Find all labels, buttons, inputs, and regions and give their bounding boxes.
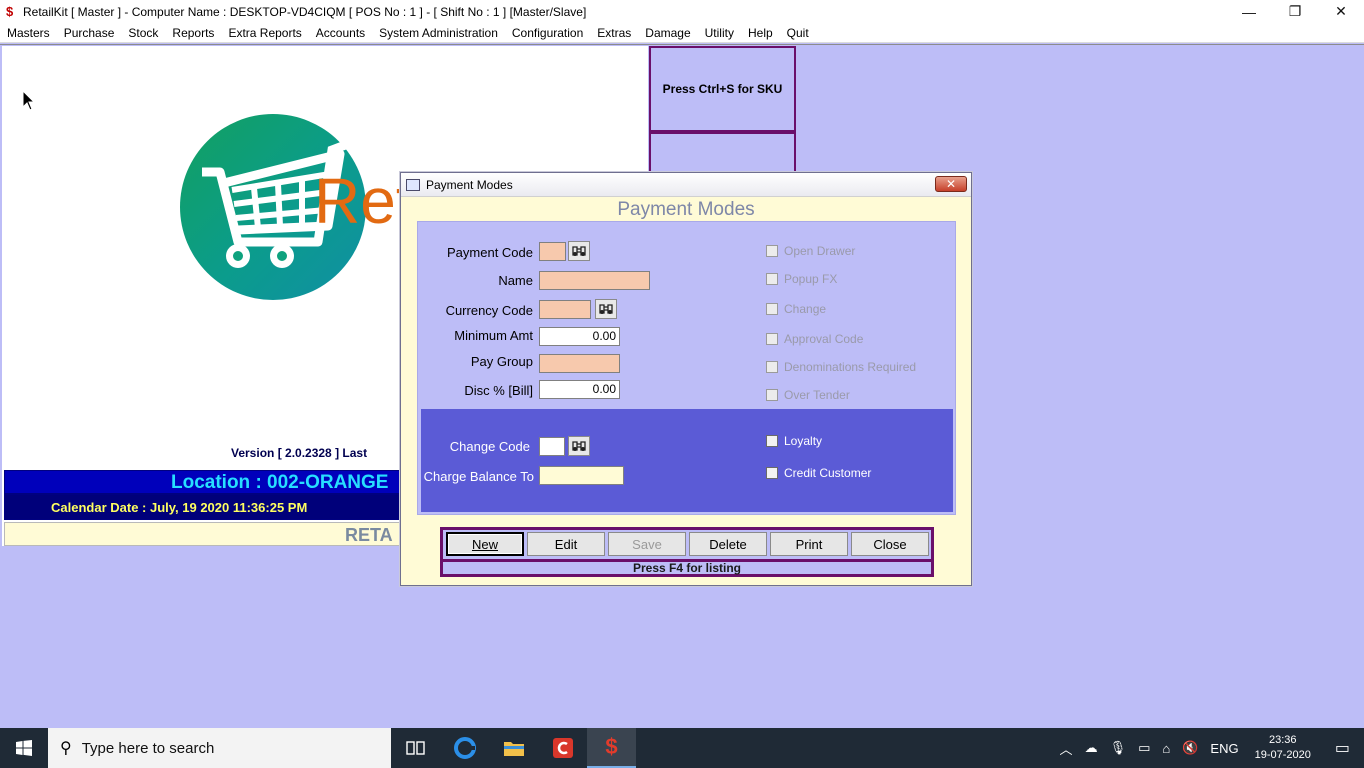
system-clock[interactable]: 23:36 19-07-2020 xyxy=(1245,733,1321,763)
change-code-input[interactable] xyxy=(539,437,565,456)
print-button[interactable]: Print xyxy=(770,532,848,556)
menu-help[interactable]: Help xyxy=(741,23,780,43)
open-drawer-checkbox[interactable]: Open Drawer xyxy=(766,244,855,258)
battery-icon[interactable]: ▭ xyxy=(1132,740,1156,756)
edit-button[interactable]: Edit xyxy=(527,532,605,556)
window-icon xyxy=(406,178,420,191)
minimum-amt-input[interactable]: 0.00 xyxy=(539,327,620,346)
denominations-required-checkbox[interactable]: Denominations Required xyxy=(766,360,916,374)
change-code-label: Change Code xyxy=(449,439,530,454)
menu-bar: Masters Purchase Stock Reports Extra Rep… xyxy=(0,23,1364,43)
minimize-button[interactable]: — xyxy=(1226,0,1272,23)
disc-bill-label: Disc % [Bill] xyxy=(464,383,533,398)
credit-customer-checkbox[interactable]: Credit Customer xyxy=(766,466,871,480)
menu-purchase[interactable]: Purchase xyxy=(57,23,122,43)
close-window-button[interactable]: ✕ xyxy=(1318,0,1364,23)
delete-button[interactable]: Delete xyxy=(689,532,767,556)
version-label: Version [ 2.0.2328 ] Last xyxy=(231,446,368,460)
onedrive-cloud-icon[interactable]: ☁ xyxy=(1079,740,1104,756)
currency-code-label: Currency Code xyxy=(445,303,533,318)
loyalty-checkbox[interactable]: Loyalty xyxy=(766,434,822,448)
window-title: RetailKit [ Master ] - Computer Name : D… xyxy=(23,4,587,19)
form-lower-area xyxy=(421,409,953,512)
menu-damage[interactable]: Damage xyxy=(638,23,697,43)
save-button[interactable]: Save xyxy=(608,532,686,556)
clock-time: 23:36 xyxy=(1268,734,1297,746)
calendar-text: Calendar Date : July, 19 2020 11:36:25 P… xyxy=(51,500,308,515)
retail-banner-text: RETA xyxy=(345,525,393,545)
microphone-icon[interactable]: 🎙 xyxy=(1104,740,1133,756)
pay-group-input[interactable] xyxy=(539,354,620,373)
menu-accounts[interactable]: Accounts xyxy=(309,23,372,43)
file-explorer-icon[interactable] xyxy=(489,728,538,768)
over-tender-checkbox[interactable]: Over Tender xyxy=(766,388,850,402)
charge-balance-to-label: Charge Balance To xyxy=(423,469,534,484)
taskbar-search-box[interactable]: ⚲ Type here to search xyxy=(48,728,391,768)
ccleaner-icon[interactable] xyxy=(538,728,587,768)
search-icon: ⚲ xyxy=(60,740,72,757)
sku-panel-text: Press Ctrl+S for SKU xyxy=(662,82,783,96)
name-input[interactable] xyxy=(539,271,650,290)
dialog-close-button[interactable]: ✕ xyxy=(935,176,967,192)
name-label: Name xyxy=(498,273,533,288)
currency-code-input[interactable] xyxy=(539,300,591,319)
dialog-titlebar[interactable]: Payment Modes ✕ xyxy=(401,173,971,197)
dialog-title: Payment Modes xyxy=(426,177,513,192)
window-titlebar: $ RetailKit [ Master ] - Computer Name :… xyxy=(0,0,1364,23)
payment-code-label: Payment Code xyxy=(447,245,533,260)
logo-text: Ret xyxy=(314,165,414,237)
disc-bill-input[interactable]: 0.00 xyxy=(539,380,620,399)
network-icon[interactable]: ⌂ xyxy=(1156,741,1176,756)
payment-code-lookup-binoculars-icon[interactable] xyxy=(568,241,590,261)
volume-muted-icon[interactable]: 🔇 xyxy=(1176,740,1204,756)
menu-reports[interactable]: Reports xyxy=(165,23,221,43)
button-bar: New Edit Save Delete Print Close Press F… xyxy=(440,527,934,577)
menu-stock[interactable]: Stock xyxy=(121,23,165,43)
menu-extras[interactable]: Extras xyxy=(590,23,638,43)
mouse-cursor-icon xyxy=(22,90,36,111)
dialog-heading: Payment Modes xyxy=(617,199,755,220)
f4-hint: Press F4 for listing xyxy=(443,559,931,574)
close-button[interactable]: Close xyxy=(851,532,929,556)
show-hidden-icons-chevron-up-icon[interactable]: ︿ xyxy=(1054,739,1079,758)
retailkit-taskbar-icon[interactable]: $ xyxy=(587,728,636,768)
notifications-icon[interactable]: ▭ xyxy=(1321,738,1364,758)
payment-modes-dialog: Payment Modes ✕ Payment Modes Payment Co… xyxy=(400,172,972,586)
new-button[interactable]: New xyxy=(446,532,524,556)
charge-balance-to-input[interactable] xyxy=(539,466,624,485)
windows-start-icon[interactable] xyxy=(0,728,48,768)
sku-panel[interactable]: Press Ctrl+S for SKU xyxy=(649,46,796,132)
payment-code-input[interactable] xyxy=(539,242,566,261)
location-text: Location : 002-ORANGE xyxy=(171,472,389,493)
menu-configuration[interactable]: Configuration xyxy=(505,23,590,43)
approval-code-checkbox[interactable]: Approval Code xyxy=(766,332,863,346)
menu-quit[interactable]: Quit xyxy=(780,23,816,43)
task-view-icon[interactable] xyxy=(391,728,440,768)
menu-system-administration[interactable]: System Administration xyxy=(372,23,505,43)
search-placeholder: Type here to search xyxy=(81,739,215,757)
popup-fx-checkbox[interactable]: Popup FX xyxy=(766,272,837,286)
menu-extra-reports[interactable]: Extra Reports xyxy=(221,23,308,43)
change-checkbox[interactable]: Change xyxy=(766,302,826,316)
edge-browser-icon[interactable] xyxy=(440,728,489,768)
currency-code-lookup-binoculars-icon[interactable] xyxy=(595,299,617,319)
minimum-amt-label: Minimum Amt xyxy=(454,328,533,343)
change-code-lookup-binoculars-icon[interactable] xyxy=(568,436,590,456)
clock-date: 19-07-2020 xyxy=(1254,749,1311,761)
pay-group-label: Pay Group xyxy=(470,354,533,369)
menu-utility[interactable]: Utility xyxy=(698,23,741,43)
taskbar: ⚲ Type here to search $ ︿ ☁ 🎙 ▭ ⌂ 🔇 ENG … xyxy=(0,728,1364,768)
system-tray: ︿ ☁ 🎙 ▭ ⌂ 🔇 ENG 23:36 19-07-2020 ▭ xyxy=(1054,728,1364,768)
language-indicator[interactable]: ENG xyxy=(1204,741,1244,756)
sku-panel-lower xyxy=(649,132,796,174)
restore-button[interactable]: ❐ xyxy=(1272,0,1318,23)
menu-masters[interactable]: Masters xyxy=(0,23,57,43)
dollar-app-icon: $ xyxy=(6,3,14,19)
